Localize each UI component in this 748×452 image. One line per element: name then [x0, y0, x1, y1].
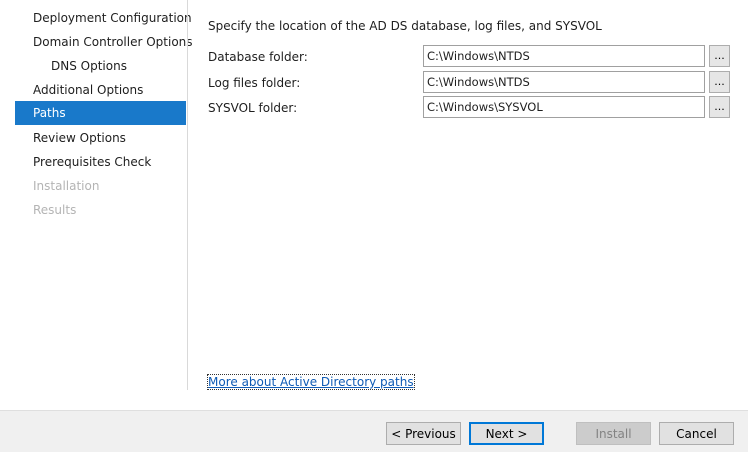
nav-item-review-options[interactable]: Review Options	[15, 126, 186, 150]
database-folder-browse-button[interactable]: ...	[709, 45, 730, 67]
nav-item-domain-controller-options[interactable]: Domain Controller Options	[15, 30, 193, 54]
sysvol-folder-browse-button[interactable]: ...	[709, 96, 730, 118]
wizard-footer: < Previous Next > Install Cancel	[0, 410, 748, 452]
cancel-button[interactable]: Cancel	[659, 422, 734, 445]
database-folder-label: Database folder:	[208, 50, 308, 64]
more-about-ad-paths-link[interactable]: More about Active Directory paths	[207, 374, 415, 390]
database-folder-input[interactable]	[423, 45, 705, 67]
nav-item-deployment-configuration[interactable]: Deployment Configuration	[15, 6, 192, 30]
next-button[interactable]: Next >	[469, 422, 544, 445]
sidebar-divider	[187, 0, 188, 390]
wizard-sidebar: Deployment Configuration Domain Controll…	[0, 0, 193, 392]
log-files-folder-input[interactable]	[423, 71, 705, 93]
log-files-folder-label: Log files folder:	[208, 76, 301, 90]
nav-item-paths[interactable]: Paths	[15, 101, 186, 125]
nav-item-results: Results	[33, 203, 77, 217]
nav-item-additional-options[interactable]: Additional Options	[15, 78, 186, 102]
sysvol-folder-label: SYSVOL folder:	[208, 101, 298, 115]
previous-button[interactable]: < Previous	[386, 422, 461, 445]
ad-ds-wizard-window: Deployment Configuration Domain Controll…	[0, 0, 748, 452]
nav-item-dns-options[interactable]: DNS Options	[15, 54, 186, 78]
nav-item-installation: Installation	[33, 179, 100, 193]
nav-item-prerequisites-check[interactable]: Prerequisites Check	[15, 150, 186, 174]
install-button: Install	[576, 422, 651, 445]
log-files-folder-browse-button[interactable]: ...	[709, 71, 730, 93]
sysvol-folder-input[interactable]	[423, 96, 705, 118]
page-heading: Specify the location of the AD DS databa…	[208, 19, 602, 33]
